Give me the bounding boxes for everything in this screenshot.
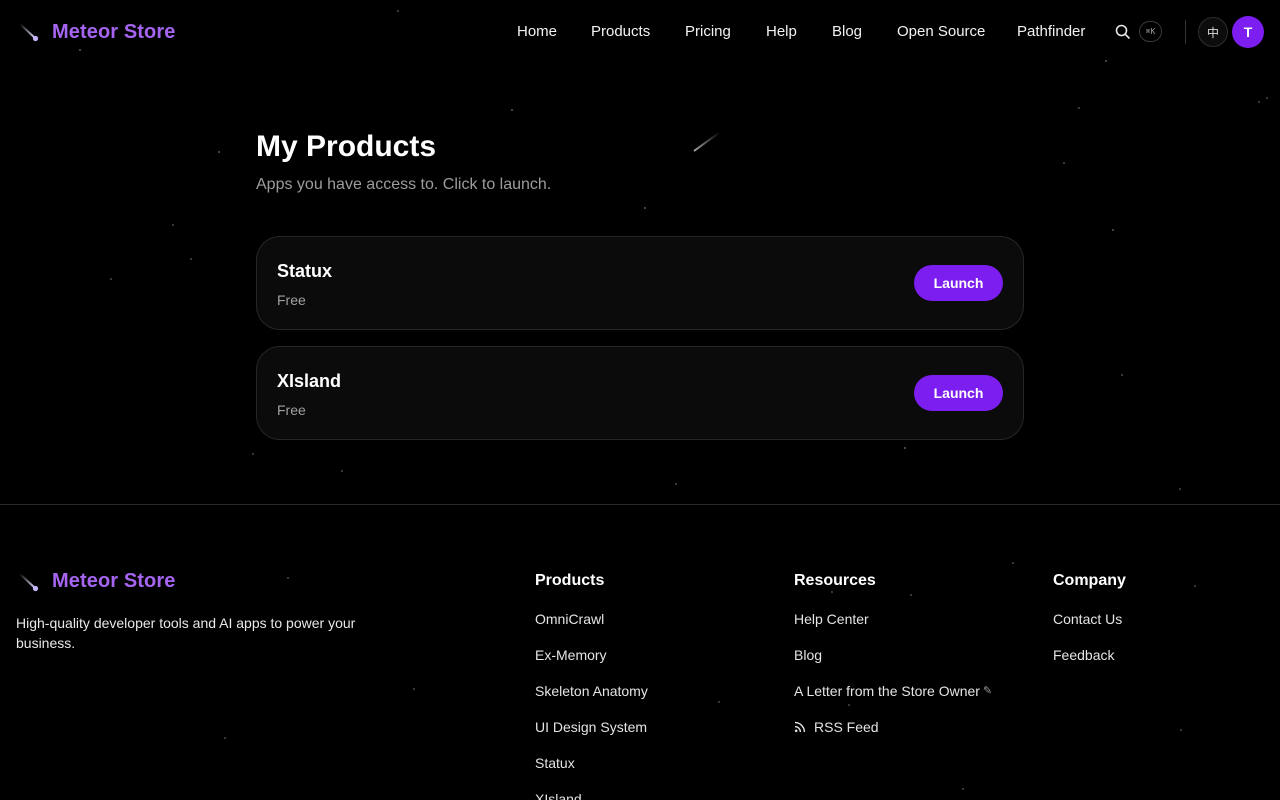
nav-link-products[interactable]: Products <box>591 23 650 40</box>
quill-icon: ✎ <box>982 685 993 697</box>
search-icon <box>1115 24 1130 39</box>
launch-button-xisland[interactable]: Launch <box>914 375 1003 411</box>
footer-link-skeleton-anatomy[interactable]: Skeleton Anatomy <box>535 683 648 699</box>
footer-column-title: Products <box>535 572 605 589</box>
footer-link-omnicrawl[interactable]: OmniCrawl <box>535 611 648 627</box>
nav-link-pricing[interactable]: Pricing <box>685 23 731 40</box>
footer-link-ui-design-system[interactable]: UI Design System <box>535 719 648 735</box>
footer-link-letter-label: A Letter from the Store Owner <box>794 683 980 699</box>
nav-link-pathfinder[interactable]: Pathfinder <box>1017 23 1085 40</box>
my-products-section: My Products Apps you have access to. Cli… <box>256 128 1024 440</box>
nav-link-open-source[interactable]: Open Source <box>897 23 985 40</box>
product-name: Statux <box>277 261 333 281</box>
footer-link-help-center[interactable]: Help Center <box>794 611 992 627</box>
page-title: My Products <box>256 130 437 163</box>
footer-divider <box>0 504 1280 505</box>
search-shortcut-badge: ⌘K <box>1139 21 1162 42</box>
footer-column-company: Company Contact Us Feedback <box>1053 572 1126 683</box>
footer-link-rss-label: RSS Feed <box>814 719 879 735</box>
rss-icon <box>794 721 806 733</box>
footer-link-statux[interactable]: Statux <box>535 755 648 771</box>
page: Meteor Store Home Products Pricing Help … <box>0 0 1280 800</box>
footer-link-feedback[interactable]: Feedback <box>1053 647 1126 663</box>
footer-column-title: Company <box>1053 572 1126 589</box>
top-navigation-bar: Meteor Store Home Products Pricing Help … <box>0 0 1280 64</box>
footer-brand-name: Meteor Store <box>52 570 176 592</box>
language-switch-button[interactable]: 中 <box>1198 17 1228 47</box>
footer-link-blog[interactable]: Blog <box>794 647 992 663</box>
footer-link-ex-memory[interactable]: Ex-Memory <box>535 647 648 663</box>
footer-link-xisland[interactable]: XIsland <box>535 791 648 800</box>
footer-brand-link[interactable]: Meteor Store <box>18 570 175 593</box>
product-price: Free <box>277 402 306 418</box>
nav-link-home[interactable]: Home <box>517 23 557 40</box>
product-name: XIsland <box>277 371 342 391</box>
launch-button-statux[interactable]: Launch <box>914 265 1003 301</box>
footer-tagline: High-quality developer tools and AI apps… <box>16 615 356 651</box>
footer-link-contact-us[interactable]: Contact Us <box>1053 611 1126 627</box>
page-subtitle: Apps you have access to. Click to launch… <box>256 176 552 193</box>
main-nav: Home Products Pricing Help Blog Open Sou… <box>0 0 1280 64</box>
footer-link-rss-feed[interactable]: RSS Feed <box>794 719 992 735</box>
product-price: Free <box>277 292 306 308</box>
product-card-xisland: XIsland Free Launch <box>256 346 1024 440</box>
nav-link-blog[interactable]: Blog <box>832 23 862 40</box>
footer-column-resources: Resources Help Center Blog A Letter from… <box>794 572 992 755</box>
meteor-icon <box>18 571 40 593</box>
user-avatar[interactable]: T <box>1232 16 1264 48</box>
footer-link-letter[interactable]: A Letter from the Store Owner ✎ <box>794 683 992 699</box>
footer-column-products: Products OmniCrawl Ex-Memory Skeleton An… <box>535 572 648 800</box>
nav-link-help[interactable]: Help <box>766 23 797 40</box>
product-card-statux: Statux Free Launch <box>256 236 1024 330</box>
footer-column-title: Resources <box>794 572 876 589</box>
search-button[interactable] <box>1114 23 1132 41</box>
header-divider <box>1185 20 1186 44</box>
